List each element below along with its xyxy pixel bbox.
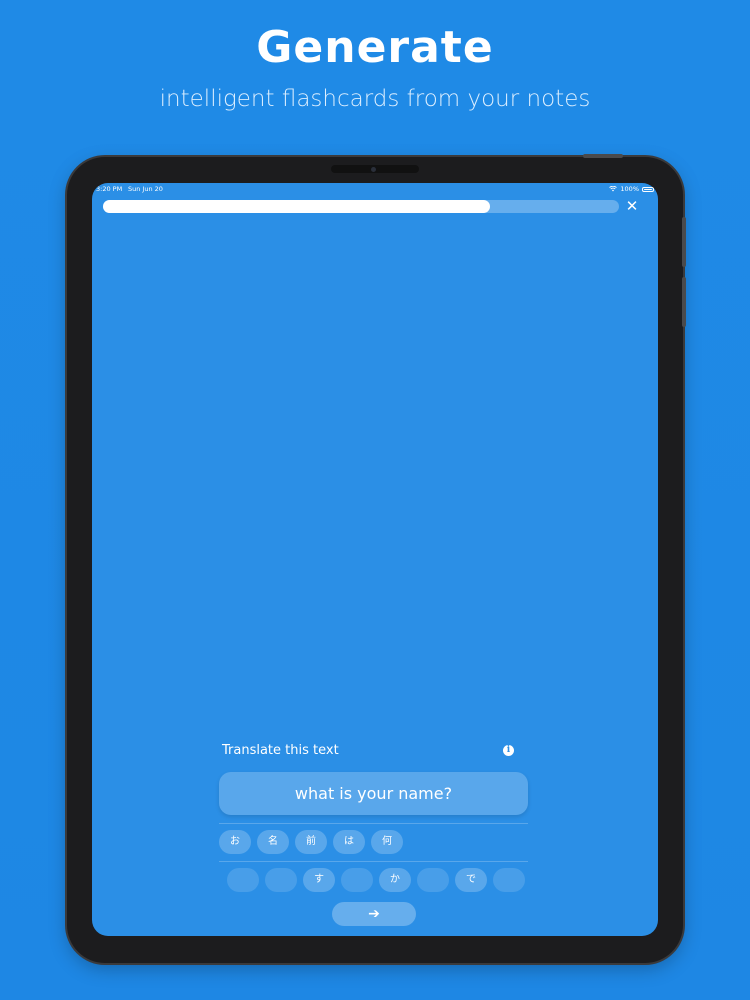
status-time: 3:20 PM	[96, 185, 123, 193]
answer-area[interactable]: お名前は何	[219, 830, 403, 854]
next-button[interactable]: ➔	[332, 902, 416, 926]
volume-up-button	[682, 217, 686, 267]
battery-icon	[642, 186, 654, 192]
power-button	[583, 154, 623, 158]
app-store-screenshot: Generate intelligent flashcards from you…	[0, 0, 750, 1000]
word-bank-empty-slot	[493, 868, 525, 892]
exercise-prompt: Translate this text	[222, 743, 339, 758]
answer-chip[interactable]: 前	[295, 830, 327, 854]
word-bank-chip[interactable]: か	[379, 868, 411, 892]
app-screen: 3:20 PM Sun Jun 20 100% ✕ Translate this…	[92, 183, 658, 936]
status-date: Sun Jun 20	[128, 185, 163, 193]
answer-divider-bottom	[219, 861, 528, 862]
word-bank: すかで	[227, 868, 525, 892]
word-bank-empty-slot	[341, 868, 373, 892]
volume-down-button	[682, 277, 686, 327]
answer-chip[interactable]: は	[333, 830, 365, 854]
word-bank-empty-slot	[227, 868, 259, 892]
camera-lens	[371, 167, 376, 172]
answer-chip[interactable]: 名	[257, 830, 289, 854]
wifi-icon	[609, 186, 618, 192]
source-text: what is your name?	[219, 772, 528, 815]
answer-divider-top	[219, 823, 528, 824]
answer-chip[interactable]: お	[219, 830, 251, 854]
lesson-progress-fill	[103, 200, 490, 213]
battery-level	[644, 188, 652, 190]
front-camera	[331, 165, 419, 173]
word-bank-chip[interactable]: す	[303, 868, 335, 892]
word-bank-empty-slot	[417, 868, 449, 892]
ipad-frame: 3:20 PM Sun Jun 20 100% ✕ Translate this…	[67, 154, 686, 963]
word-bank-empty-slot	[265, 868, 297, 892]
answer-chip[interactable]: 何	[371, 830, 403, 854]
status-right: 100%	[609, 185, 654, 193]
status-bar: 3:20 PM Sun Jun 20 100%	[92, 185, 658, 197]
close-icon[interactable]: ✕	[624, 198, 640, 214]
lesson-progress-bar	[103, 200, 619, 213]
hero-subtitle: intelligent flashcards from your notes	[159, 86, 591, 112]
hero-title: Generate	[256, 22, 494, 73]
word-bank-chip[interactable]: で	[455, 868, 487, 892]
info-icon[interactable]: i	[503, 745, 514, 756]
battery-percent: 100%	[620, 185, 639, 193]
